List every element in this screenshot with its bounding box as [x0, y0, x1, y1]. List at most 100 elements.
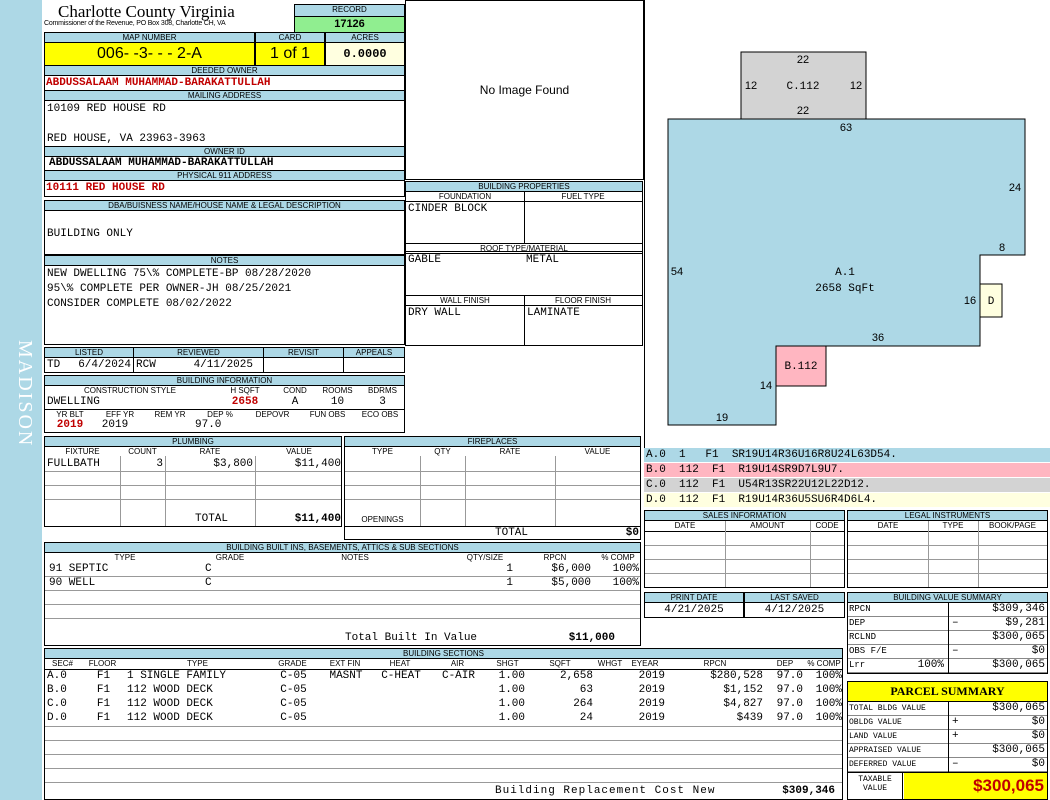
bvs-label: RPCN: [849, 604, 871, 614]
builtin-comp: 100%: [612, 563, 639, 575]
col-extfin: EXT FIN: [329, 659, 361, 668]
section-cell-rpcn: $1,152: [723, 684, 763, 696]
taxable-label-text: TAXABLE VALUE: [858, 775, 892, 793]
dim-c-right: 12: [850, 80, 862, 92]
bvs-value: $0: [1031, 645, 1045, 657]
dim-c-left: 12: [745, 80, 757, 92]
section-cell-sec: B.0: [47, 684, 67, 696]
section-cell-sqft: 24: [579, 712, 593, 724]
section-cell-shgt: 1.00: [498, 684, 525, 696]
section-cell-rpcn: $439: [736, 712, 763, 724]
col-rooms: ROOMS: [322, 386, 353, 395]
col-rate: RATE: [199, 447, 221, 456]
card-box: CARD 1 of 1: [255, 32, 325, 65]
section-cell-dep: 97.0: [776, 698, 803, 710]
section-cell-shgt: 1.00: [498, 712, 525, 724]
dim-14: 14: [760, 380, 772, 392]
col-qty: QTY: [434, 447, 451, 456]
fireplace-total-label: TOTAL: [495, 527, 529, 539]
roof-type-label: ROOF TYPE/MATERIAL: [480, 244, 568, 252]
builtin-grade: C: [205, 577, 212, 589]
col-rate: RATE: [499, 447, 521, 456]
section-cell-grade: C-05: [280, 698, 307, 710]
print-date-label: PRINT DATE: [645, 593, 743, 603]
col-sec: SEC#: [52, 659, 73, 668]
section-a-label: A.1: [835, 267, 855, 279]
acres-value: 0.0000: [326, 43, 404, 65]
col-type: TYPE: [942, 521, 964, 530]
section-cell-sqft: 264: [573, 698, 593, 710]
builtin-comp: 100%: [612, 577, 639, 589]
sidebar-label: MADISON: [14, 340, 36, 448]
dim-19: 19: [716, 412, 728, 424]
mailing-line-2: RED HOUSE, VA 23963-3963: [47, 133, 206, 145]
listed-review-block: LISTED TD 6/4/2024 REVIEWED RCW 4/11/202…: [44, 347, 405, 373]
col-type: TYPE: [114, 553, 136, 562]
bvs-value: $300,065: [992, 659, 1045, 671]
reviewed-date: 4/11/2025: [193, 359, 253, 371]
section-cell-grade: C-05: [280, 712, 307, 724]
col-notes: NOTES: [341, 553, 369, 562]
wall-finish-value: DRY WALL: [408, 307, 461, 319]
county-sub: Commissioner of the Revenue, PO Box 308,…: [44, 20, 226, 27]
legal-instruments-title: LEGAL INSTRUMENTS: [848, 511, 1047, 521]
last-saved-block: LAST SAVED 4/12/2025: [744, 592, 845, 618]
section-cell-dep: 97.0: [776, 670, 803, 682]
construction-style-value: DWELLING: [47, 396, 100, 408]
dim-8: 8: [999, 242, 1005, 254]
bvs-value: $9,281: [1005, 617, 1045, 629]
section-cell-comp: 100%: [815, 684, 842, 696]
map-number-value: 006- -3- - - 2-A: [45, 43, 254, 65]
building-sketch: 22 12 12 22 63 24 8 54 16 36 14 19 C.112…: [667, 51, 1026, 426]
notes-line: 95\% COMPLETE PER OWNER-JH 08/25/2021: [47, 283, 292, 295]
col-ecoobs: ECO OBS: [361, 410, 399, 419]
dim-c-top: 22: [797, 54, 809, 66]
col-date: DATE: [674, 521, 696, 530]
section-cell-rpcn: $280,528: [710, 670, 763, 682]
dim-36: 36: [872, 332, 884, 344]
dba-label: DBA/BUISNESS NAME/HOUSE NAME & LEGAL DES…: [45, 201, 404, 211]
builtin-rpcn: $6,000: [551, 563, 591, 575]
taxable-value: $300,065: [904, 773, 1047, 799]
col-floor: FLOOR: [88, 659, 117, 668]
builtins-block: BUILDING BUILT INS, BASEMENTS, ATTICS & …: [44, 542, 641, 646]
section-cell-floor: F1: [96, 684, 111, 696]
acres-label: ACRES: [326, 33, 404, 43]
sketch-legend: A.0 1 F1 SR19U14R36U16R8U24L63D54. B.0 11…: [644, 448, 1050, 508]
notes-block: NOTES NEW DWELLING 75\% COMPLETE-BP 08/2…: [44, 255, 405, 345]
plumbing-fixture: FULLBATH: [47, 458, 100, 470]
plumbing-title: PLUMBING: [45, 437, 341, 447]
section-b-label: B.112: [784, 361, 817, 373]
bvs-value: $309,346: [992, 603, 1045, 615]
notes-label: NOTES: [45, 256, 404, 266]
dim-54: 54: [671, 266, 683, 278]
col-funobs: FUN OBS: [309, 410, 346, 419]
col-value: VALUE: [286, 447, 312, 456]
dba-block: DBA/BUISNESS NAME/HOUSE NAME & LEGAL DES…: [44, 200, 405, 255]
notes-line: CONSIDER COMPLETE 08/02/2022: [47, 298, 232, 310]
parcel-label: LAND VALUE: [849, 732, 898, 741]
col-fixture: FIXTURE: [65, 447, 100, 456]
bvs-label: Lrr: [849, 660, 866, 670]
section-cell-eyear: 2019: [638, 712, 665, 724]
mailing-line-1: 10109 RED HOUSE RD: [47, 103, 166, 115]
col-type: TYPE: [372, 447, 393, 456]
section-cell-comp: 100%: [815, 670, 842, 682]
sections-total-label: Building Replacement Cost New: [495, 785, 716, 797]
parcel-value: $0: [1031, 716, 1045, 728]
header-block: Charlotte County Virginia Commissioner o…: [44, 0, 405, 65]
owner-block: DEEDED OWNER ABDUSSALAAM MUHAMMAD-BARAKA…: [44, 65, 405, 197]
plumbing-total-value: $11,400: [294, 513, 341, 525]
col-cond: COND: [283, 386, 307, 395]
col-qty-size: QTY/SIZE: [466, 553, 504, 562]
building-info-block: BUILDING INFORMATION CONSTRUCTION STYLE …: [44, 375, 405, 433]
photo-area: No Image Found: [405, 0, 644, 180]
builtin-qty: 1: [506, 577, 513, 589]
section-cell-heat: C-HEAT: [381, 670, 421, 682]
bdrms-value: 3: [379, 396, 386, 408]
last-saved-label: LAST SAVED: [745, 593, 844, 603]
section-cell-shgt: 1.00: [498, 670, 525, 682]
col-air: AIR: [450, 659, 465, 668]
fireplaces-title: FIREPLACES: [345, 437, 640, 447]
section-cell-dep: 97.0: [776, 684, 803, 696]
